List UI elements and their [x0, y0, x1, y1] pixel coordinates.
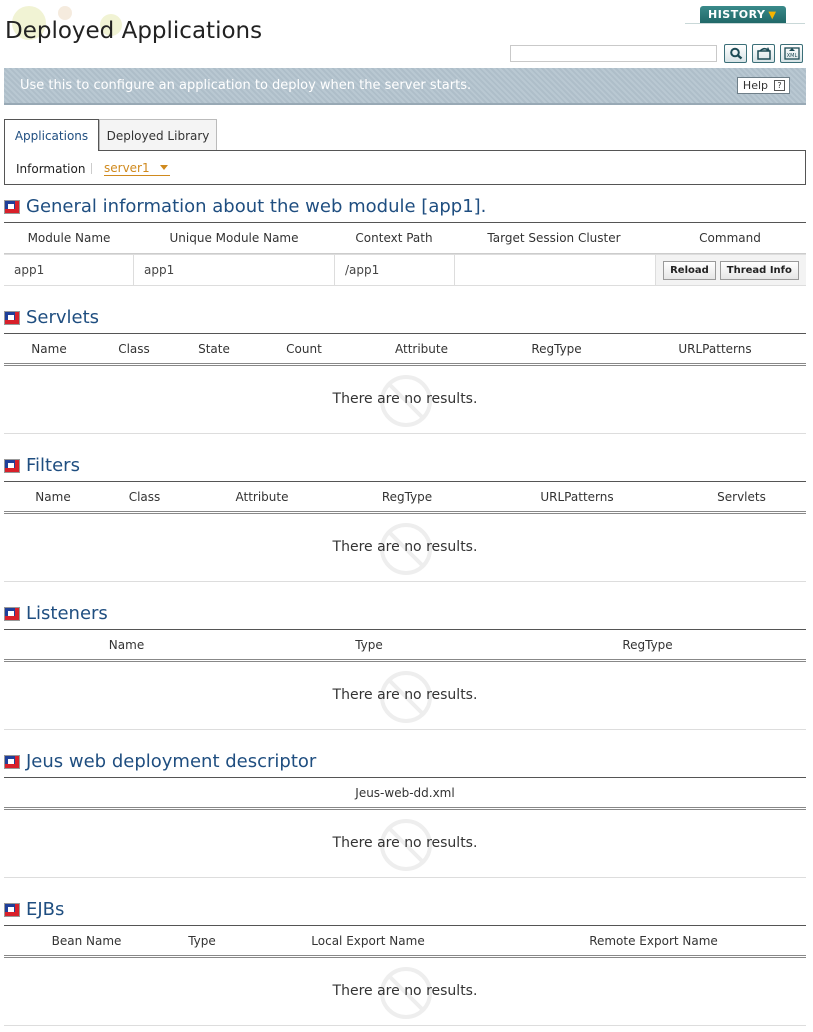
section-title-text: Listeners [26, 603, 108, 624]
search-button[interactable] [724, 44, 747, 63]
divider [685, 23, 805, 24]
section-title-text: Servlets [26, 307, 100, 328]
info-bar: Information server1 [4, 150, 806, 185]
refresh-icon [756, 47, 771, 60]
server-value: server1 [104, 161, 150, 175]
empty-message: There are no results. [332, 983, 478, 999]
xml-icon: XML [783, 47, 800, 60]
table-header: Name Class Attribute RegType URLPatterns… [4, 481, 806, 514]
column-header: Name [108, 637, 145, 652]
section-title-filters: Filters [4, 455, 80, 476]
table-header: Name Class State Count Attribute RegType… [4, 333, 806, 366]
help-button[interactable]: Help ? [736, 77, 790, 94]
question-icon: ? [774, 80, 785, 91]
column-header: URLPatterns [540, 489, 614, 504]
section-title-servlets: Servlets [4, 307, 99, 328]
column-header: Name [35, 489, 71, 504]
column-header: Jeus-web-dd.xml [355, 785, 455, 800]
help-label: Help [742, 79, 768, 92]
refresh-button[interactable] [752, 44, 775, 63]
history-label: HISTORY [708, 8, 766, 21]
column-header: Class [118, 341, 150, 356]
column-header: Type [188, 933, 216, 948]
column-header: Attribute [235, 489, 289, 504]
column-header: Remote Export Name [589, 933, 718, 948]
column-header: Local Export Name [311, 933, 425, 948]
section-icon [4, 458, 20, 473]
section-icon [4, 199, 20, 214]
section-title-ejbs: EJBs [4, 899, 64, 920]
section-title-general: General information about the web module… [4, 196, 486, 217]
empty-message: There are no results. [332, 539, 478, 555]
section-icon [4, 754, 20, 769]
column-header: Bean Name [51, 933, 122, 948]
column-header: RegType [381, 489, 433, 504]
column-header: Count [286, 341, 322, 356]
column-header: Module Name [27, 231, 111, 245]
section-title-text: EJBs [26, 899, 65, 920]
table-row: app1 app1 /app1 Reload Thread Info [4, 254, 806, 286]
server-select[interactable]: server1 [104, 161, 170, 176]
empty-state: There are no results. [4, 810, 806, 878]
empty-state: There are no results. [4, 514, 806, 582]
column-header: Name [31, 341, 67, 356]
section-icon [4, 310, 20, 325]
section-title-listeners: Listeners [4, 603, 108, 624]
empty-state: There are no results. [4, 366, 806, 434]
tab-deployed-library[interactable]: Deployed Library [99, 119, 217, 151]
tab-label: Applications [14, 128, 89, 143]
tab-label: Deployed Library [106, 128, 210, 143]
table-header: Name Type RegType [4, 629, 806, 662]
search-icon [729, 47, 742, 60]
column-header: Unique Module Name [169, 231, 299, 245]
table-header: Bean Name Type Local Export Name Remote … [4, 925, 806, 958]
column-header: State [198, 341, 230, 356]
column-header: RegType [622, 637, 673, 652]
divider [91, 163, 92, 174]
section-title-text: Filters [26, 455, 80, 476]
column-header: Command [699, 231, 761, 245]
xml-export-button[interactable]: XML [780, 44, 803, 63]
table-cell: app1 [134, 255, 335, 285]
info-label: Information [16, 162, 86, 176]
page-title: Deployed Applications [5, 18, 263, 44]
section-icon [4, 902, 20, 917]
caret-down-icon [159, 165, 168, 170]
section-icon [4, 606, 20, 621]
column-header: RegType [531, 341, 582, 356]
reload-button[interactable]: Reload [663, 260, 716, 280]
table-cell: app1 [4, 255, 134, 285]
section-title-text: General information about the web module… [26, 196, 487, 217]
history-button[interactable]: HISTORY ▼ [700, 6, 786, 24]
chevron-down-icon: ▼ [768, 10, 777, 21]
column-header: Servlets [717, 489, 766, 504]
column-header: Attribute [395, 341, 448, 356]
section-title-jeus-dd: Jeus web deployment descriptor [4, 751, 316, 772]
column-header: Target Session Cluster [487, 231, 621, 245]
column-header: Context Path [355, 231, 433, 245]
search-input[interactable] [510, 45, 717, 62]
empty-state: There are no results. [4, 662, 806, 730]
column-header: URLPatterns [678, 341, 752, 356]
table-header: Module Name Unique Module Name Context P… [4, 222, 806, 254]
empty-message: There are no results. [332, 835, 478, 851]
table-header: Jeus-web-dd.xml [4, 777, 806, 810]
section-title-text: Jeus web deployment descriptor [26, 751, 317, 772]
empty-state: There are no results. [4, 958, 806, 1026]
banner-text: Use this to configure an application to … [20, 78, 472, 93]
tab-applications[interactable]: Applications [4, 119, 99, 151]
svg-text:XML: XML [786, 53, 797, 59]
thread-info-button[interactable]: Thread Info [719, 260, 799, 280]
command-cell: Reload Thread Info [656, 255, 806, 285]
empty-message: There are no results. [332, 687, 478, 703]
table-cell [455, 255, 656, 285]
column-header: Type [355, 637, 383, 652]
empty-message: There are no results. [332, 391, 478, 407]
column-header: Class [128, 489, 161, 504]
info-banner: Use this to configure an application to … [4, 68, 806, 105]
table-cell: /app1 [335, 255, 455, 285]
